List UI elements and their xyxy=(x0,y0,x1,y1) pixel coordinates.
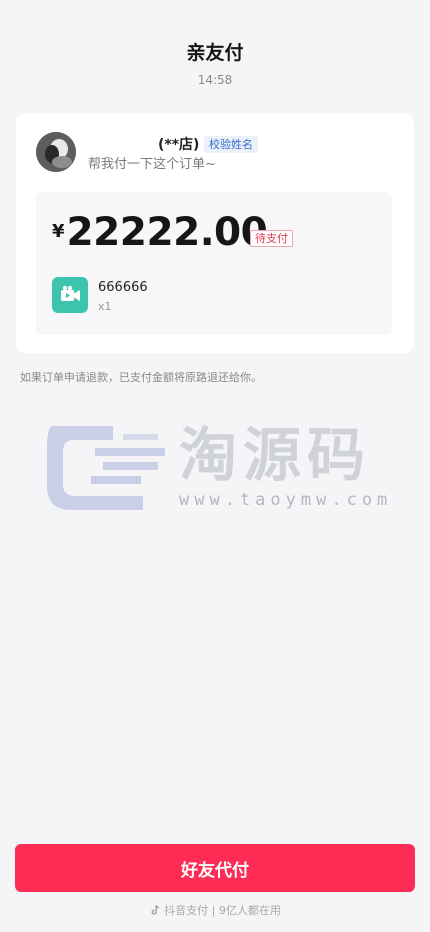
verify-name-badge[interactable]: 校验姓名 xyxy=(204,136,258,153)
watermark-logo-icon xyxy=(47,426,165,510)
footer-text: 抖音支付 | 9亿人都在用 xyxy=(164,904,281,917)
refund-note: 如果订单申请退款，已支付金额将原路退还给你。 xyxy=(20,371,262,384)
product-name: 666666 xyxy=(98,280,148,295)
avatar xyxy=(36,132,76,172)
order-card: (**店) 校验姓名 帮我付一下这个订单~ ¥22222.00 待支付 6666… xyxy=(16,113,414,353)
watermark-url: www.taoymw.com xyxy=(179,490,393,510)
watermark: 淘源码 www.taoymw.com xyxy=(43,418,393,523)
video-camera-icon xyxy=(52,277,88,313)
friend-pay-button[interactable]: 好友代付 xyxy=(15,844,415,892)
order-detail-box: ¥22222.00 待支付 666666 x1 xyxy=(36,192,392,335)
watermark-text: 淘源码 xyxy=(179,421,372,489)
footer: 抖音支付 | 9亿人都在用 xyxy=(0,903,430,918)
product-quantity: x1 xyxy=(98,300,112,313)
avatar-photo-icon xyxy=(36,132,76,172)
request-message: 帮我付一下这个订单~ xyxy=(88,157,216,172)
page-header: 亲友付 14:58 xyxy=(0,40,430,88)
shop-name: (**店) xyxy=(158,137,200,153)
countdown-time: 14:58 xyxy=(197,73,233,87)
order-amount: 22222.00 xyxy=(66,210,268,255)
status-badge: 待支付 xyxy=(250,230,293,247)
currency-symbol: ¥ xyxy=(52,221,65,242)
douyin-icon xyxy=(149,904,161,916)
page-title: 亲友付 xyxy=(186,42,244,64)
price: ¥22222.00 xyxy=(52,210,268,262)
